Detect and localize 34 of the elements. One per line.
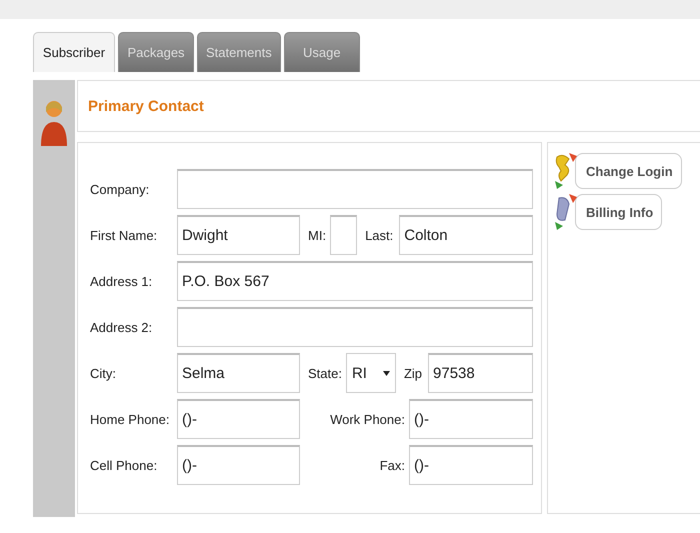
input-field[interactable]: ()- [177,399,300,439]
field-label: Home Phone: [90,412,170,426]
key-icon [553,153,579,189]
field-label: MI: [307,228,328,242]
field-label: Zip [402,366,424,380]
tab[interactable]: Subscriber [33,32,115,72]
input-field[interactable]: 97538 [428,353,533,393]
change-login-button[interactable]: Change Login [575,153,682,189]
caret-icon [382,370,390,376]
input-field[interactable]: P.O. Box 567 [177,261,533,301]
scroll-icon [553,194,579,230]
field-label: City: [90,366,117,380]
state-dropdown[interactable]: RI [346,353,396,393]
section-title: Primary Contact [88,98,204,114]
field-label: State: [307,366,343,380]
input-field[interactable] [177,169,533,209]
field-label: Fax: [378,458,406,472]
billing-info-button[interactable]: Billing Info [575,194,662,230]
input-field[interactable]: Selma [177,353,300,393]
input-field[interactable]: ()- [177,445,300,485]
input-field[interactable]: Dwight [177,215,300,255]
input-field[interactable]: ()- [409,399,533,439]
field-label: Company: [90,182,150,196]
input-field[interactable] [330,215,358,255]
field-label: First Name: [90,228,158,242]
field-label: Address 2: [90,320,154,334]
field-label: Cell Phone: [90,458,158,472]
field-label: Last: [364,228,394,242]
input-field[interactable]: ()- [409,445,533,485]
person-icon [40,98,68,148]
input-field[interactable]: Colton [399,215,533,255]
field-label: Work Phone: [329,412,406,426]
input-field[interactable] [177,307,533,347]
field-label: Address 1: [90,274,154,288]
